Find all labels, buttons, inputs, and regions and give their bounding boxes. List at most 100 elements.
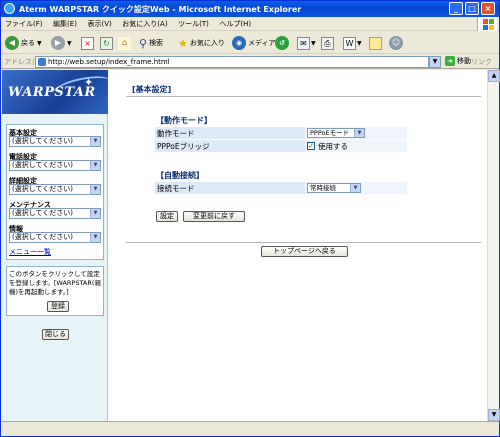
home-icon: ⌂ [118, 36, 131, 50]
advanced-settings-select[interactable]: (選択してください) ▼ [9, 184, 101, 195]
logo-text: WARPSTAR [8, 85, 96, 100]
connection-mode-label: 接続モード [157, 184, 195, 193]
maintenance-value: (選択してください) [12, 209, 74, 217]
pppoe-bridge-checkbox-label: 使用する [318, 142, 348, 151]
forward-button[interactable]: ▶ ▼ [51, 35, 72, 51]
chevron-down-icon: ▼ [90, 185, 100, 194]
operation-mode-row: 動作モード PPPoEモード ▼ [155, 127, 407, 139]
home-button[interactable]: ⌂ [118, 35, 131, 51]
back-label: 戻る [21, 39, 35, 47]
search-label: 検索 [149, 39, 164, 47]
menu-file[interactable]: ファイル(F) [1, 17, 47, 31]
back-button[interactable]: ◀ 戻る ▼ [5, 35, 42, 51]
section-heading-mode: 【動作モード】 [156, 116, 212, 125]
menu-edit[interactable]: 編集(E) [49, 17, 81, 31]
print-icon: ⎙ [321, 36, 334, 50]
menu-favorites[interactable]: お気に入り(A) [118, 17, 171, 31]
register-button[interactable]: 登録 [47, 301, 69, 312]
favorites-button[interactable]: ★ お気に入り [178, 35, 225, 51]
top-page-button[interactable]: トップページへ戻る [261, 246, 348, 257]
menu-view[interactable]: 表示(V) [83, 17, 115, 31]
vertical-scrollbar[interactable]: ▲ ▼ [487, 70, 500, 421]
refresh-button[interactable]: ↻ [100, 35, 113, 51]
star-icon: ✦ [84, 76, 94, 89]
left-frame: WARPSTAR ✦ 基本設定 (選択してください) ▼ 電話設定 (選択してく… [2, 70, 108, 421]
revert-button[interactable]: 変更前に戻す [183, 211, 245, 222]
connection-mode-cell: 常時接続 ▼ [305, 182, 407, 194]
pppoe-bridge-cell: ✓ 使用する [305, 140, 407, 152]
operation-mode-label: 動作モード [157, 129, 195, 138]
address-dropdown-button[interactable]: ▼ [429, 56, 441, 68]
history-button[interactable]: ↺ [275, 35, 291, 51]
pppoe-bridge-label: PPPoEブリッジ [157, 142, 210, 151]
go-label: 移動 [457, 57, 471, 65]
pppoe-bridge-row: PPPoEブリッジ ✓ 使用する [155, 140, 407, 152]
chevron-down-icon: ▼ [90, 209, 100, 218]
menu-list-link[interactable]: メニュー一覧 [9, 247, 51, 257]
chevron-down-icon: ▼ [90, 161, 100, 170]
chevron-down-icon: ▼ [37, 39, 42, 47]
pppoe-bridge-checkbox[interactable]: ✓ [307, 142, 315, 150]
connection-mode-select[interactable]: 常時接続 ▼ [307, 183, 361, 193]
register-note: このボタンをクリックして設定を登録します。[WARPSTAR(親機)を再起動しま… [9, 270, 101, 296]
minimize-button[interactable]: _ [449, 2, 463, 15]
media-label: メディア [248, 39, 276, 47]
go-arrow-icon: ➜ [445, 56, 455, 66]
discuss-button[interactable] [369, 35, 382, 51]
stop-icon: × [81, 36, 94, 50]
chevron-down-icon: ▼ [67, 39, 72, 47]
menu-help[interactable]: ヘルプ(H) [215, 17, 255, 31]
chevron-down-icon: ▼ [311, 39, 316, 47]
close-window-button[interactable]: × [481, 2, 495, 15]
search-button[interactable]: ⚲ 検索 [139, 35, 163, 51]
info-select[interactable]: (選択してください) ▼ [9, 232, 101, 243]
star-icon: ★ [178, 36, 188, 50]
page-title: [基本設定] [132, 85, 172, 94]
set-button[interactable]: 設定 [156, 211, 178, 222]
favorites-label: お気に入り [189, 39, 225, 47]
mail-button[interactable]: ✉ ▼ [297, 35, 316, 51]
main-frame: [基本設定] 【動作モード】 動作モード PPPoEモード ▼ PPPoEブリッ… [109, 70, 487, 421]
address-input[interactable]: http://web.setup/index_frame.html [35, 56, 429, 68]
phone-settings-value: (選択してください) [12, 161, 74, 169]
messenger-button[interactable]: ☺ [389, 35, 405, 51]
menu-bar: ファイル(F) 編集(E) 表示(V) お気に入り(A) ツール(T) ヘルプ(… [1, 17, 499, 31]
links-button[interactable]: リンク [471, 57, 492, 67]
address-bar: アドレス(D) http://web.setup/index_frame.htm… [1, 55, 499, 69]
settings-nav: 基本設定 (選択してください) ▼ 電話設定 (選択してください) ▼ 詳細設定 [6, 124, 104, 260]
chevron-down-icon: ▼ [90, 137, 100, 146]
mail-icon: ✉ [297, 36, 310, 50]
print-button[interactable]: ⎙ [321, 35, 334, 51]
operation-mode-select[interactable]: PPPoEモード ▼ [307, 128, 365, 138]
advanced-settings-value: (選択してください) [12, 185, 74, 193]
status-bar [1, 421, 499, 436]
menu-tools[interactable]: ツール(T) [174, 17, 213, 31]
maintenance-select[interactable]: (選択してください) ▼ [9, 208, 101, 219]
chevron-down-icon: ▼ [357, 39, 362, 47]
edit-button[interactable]: W ▼ [343, 35, 362, 51]
phone-settings-select[interactable]: (選択してください) ▼ [9, 160, 101, 171]
maximize-button[interactable]: □ [465, 2, 479, 15]
refresh-icon: ↻ [100, 36, 113, 50]
title-divider [126, 96, 481, 97]
search-icon: ⚲ [139, 36, 148, 50]
folder-icon [369, 36, 382, 50]
close-button[interactable]: 閉じる [42, 329, 69, 340]
scroll-up-icon[interactable]: ▲ [488, 70, 500, 82]
window-title: Aterm WARPSTAR クイック設定Web - Microsoft Int… [19, 5, 302, 14]
media-button[interactable]: ◉ メディア [232, 35, 276, 51]
scroll-down-icon[interactable]: ▼ [488, 409, 500, 421]
windows-logo-icon [477, 17, 497, 31]
title-bar: Aterm WARPSTAR クイック設定Web - Microsoft Int… [1, 1, 499, 17]
basic-settings-select[interactable]: (選択してください) ▼ [9, 136, 101, 147]
chevron-down-icon: ▼ [90, 233, 100, 242]
register-box: このボタンをクリックして設定を登録します。[WARPSTAR(親機)を再起動しま… [6, 266, 104, 316]
stop-button[interactable]: × [81, 35, 94, 51]
operation-mode-value: PPPoEモード [310, 129, 350, 137]
section-heading-autoconnect: 【自動接続】 [156, 171, 204, 180]
chevron-down-icon: ▼ [354, 129, 364, 137]
info-value: (選択してください) [12, 233, 74, 241]
forward-arrow-icon: ▶ [51, 36, 65, 50]
go-button[interactable]: ➜ 移動 [445, 56, 471, 66]
history-icon: ↺ [275, 36, 289, 50]
